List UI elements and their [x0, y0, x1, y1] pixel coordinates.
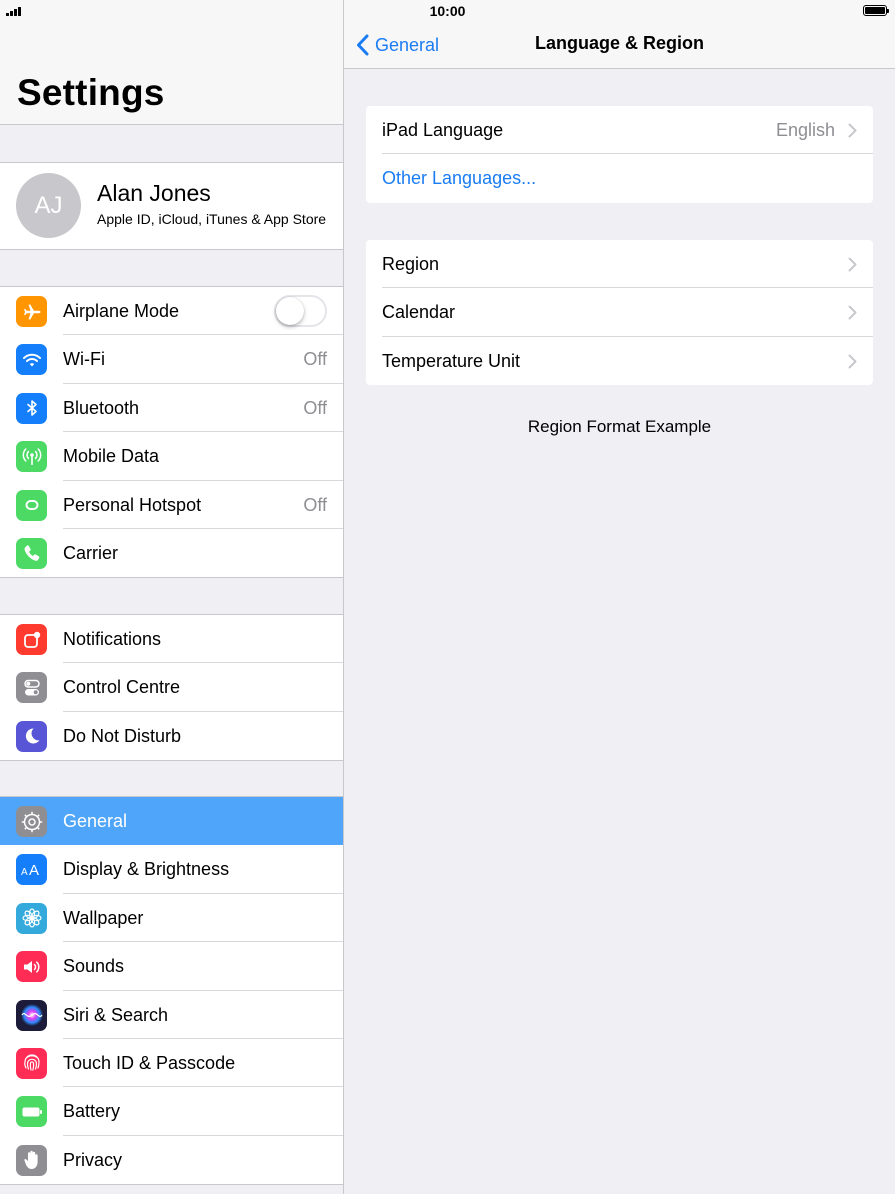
hotspot-icon: [16, 489, 47, 521]
ipad-language-value: English: [775, 120, 835, 140]
sidebar-item-label: Battery: [63, 1101, 121, 1122]
temperature-unit-label: Temperature Unit: [382, 350, 521, 371]
svg-text:A: A: [21, 867, 28, 878]
chevron-right-icon: [848, 354, 857, 374]
toggle-knob: [276, 297, 304, 325]
language-card: iPad Language English Other Languages...: [366, 106, 873, 203]
sidebar-item-value: Off: [303, 349, 327, 370]
battery-status-icon: [863, 5, 889, 16]
chevron-right-icon: [848, 305, 857, 325]
siri-icon: [16, 999, 47, 1031]
region-format-example-heading: Region Format Example: [527, 417, 712, 436]
page-title: Settings: [17, 72, 165, 113]
sidebar-item-display-and-brightness[interactable]: A A Display & Brightness: [0, 845, 343, 894]
settings-group-general: General A A Display & Brightness Wallpaper So…: [0, 796, 343, 1186]
avatar: AJ: [16, 173, 81, 238]
sidebar-item-label: Bluetooth: [63, 397, 140, 418]
sidebar-item-label: Carrier: [63, 542, 119, 563]
sidebar-item-bluetooth[interactable]: Bluetooth Off: [0, 384, 343, 433]
sidebar-item-label: Display & Brightness: [63, 859, 230, 880]
sidebar-item-label: Touch ID & Passcode: [63, 1052, 236, 1073]
moon-icon: [16, 720, 47, 752]
sidebar-item-label: Do Not Disturb: [63, 725, 182, 746]
status-time: 10:00: [429, 3, 466, 19]
sidebar-item-label: Sounds: [63, 956, 125, 977]
sidebar-item-control-centre[interactable]: Control Centre: [0, 663, 343, 712]
sidebar-item-carrier[interactable]: Carrier: [0, 529, 343, 577]
notifications-icon: [16, 624, 47, 655]
control-centre-icon: [16, 672, 47, 704]
settings-sidebar: Settings AJ Alan Jones Apple ID, iCloud,…: [0, 0, 344, 1194]
sidebar-item-general[interactable]: General: [0, 797, 343, 846]
sidebar-item-privacy[interactable]: Privacy: [0, 1136, 343, 1184]
sidebar-item-label: Personal Hotspot: [63, 494, 202, 515]
sidebar-item-value: Off: [303, 494, 327, 515]
hand-icon: [16, 1144, 47, 1176]
calendar-row[interactable]: Calendar: [366, 288, 873, 337]
sidebar-item-mobile-data[interactable]: Mobile Data: [0, 432, 343, 481]
status-bar: 10:00: [0, 0, 895, 22]
sidebar-item-value: Off: [303, 397, 327, 418]
nav-title: Language & Region: [534, 33, 704, 53]
sidebar-item-sounds[interactable]: Sounds: [0, 942, 343, 991]
sidebar-item-label: Control Centre: [63, 677, 181, 698]
sidebar-item-label: Siri & Search: [63, 1004, 169, 1025]
sidebar-item-siri-and-search[interactable]: Siri & Search: [0, 991, 343, 1039]
gear-icon: [16, 806, 47, 837]
airplane-mode-toggle[interactable]: [274, 295, 327, 327]
region-card: Region Calendar Temperature Unit: [366, 240, 873, 386]
detail-pane: General Language & Region iPad Language E…: [344, 0, 895, 1194]
sidebar-item-label: Privacy: [63, 1149, 123, 1170]
ipad-language-label: iPad Language: [382, 120, 504, 140]
battery-icon: [16, 1096, 47, 1128]
profile-row[interactable]: AJ Alan Jones Apple ID, iCloud, iTunes &…: [0, 162, 343, 250]
profile-subtitle: Apple ID, iCloud, iTunes & App Store: [97, 211, 327, 227]
sidebar-item-label: Notifications: [63, 629, 162, 649]
chevron-right-icon: [848, 257, 857, 277]
sidebar-item-do-not-disturb[interactable]: Do Not Disturb: [0, 712, 343, 760]
other-languages-row[interactable]: Other Languages...: [366, 154, 873, 202]
sidebar-item-airplane-mode[interactable]: Airplane Mode: [0, 287, 343, 336]
phone-icon: [16, 537, 47, 569]
sidebar-item-personal-hotspot[interactable]: Personal Hotspot Off: [0, 481, 343, 529]
region-row[interactable]: Region: [366, 240, 873, 289]
sidebar-item-battery[interactable]: Battery: [0, 1087, 343, 1136]
settings-group-connectivity: Airplane Mode Wi-Fi Off Bluetooth Off Mobile …: [0, 286, 343, 579]
ipad-language-row[interactable]: iPad Language English: [366, 106, 873, 155]
sidebar-item-label: Airplane Mode: [63, 301, 180, 321]
settings-group-notifications: Notifications Control Centre Do Not Distur…: [0, 614, 343, 762]
sidebar-item-wallpaper[interactable]: Wallpaper: [0, 894, 343, 943]
bluetooth-icon: [16, 392, 47, 424]
sidebar-item-label: General: [63, 811, 128, 831]
temperature-unit-row[interactable]: Temperature Unit: [366, 337, 873, 385]
wallpaper-icon: [16, 902, 47, 934]
chevron-right-icon: [848, 123, 857, 143]
sidebar-item-label: Wi-Fi: [63, 349, 105, 370]
fingerprint-icon: [16, 1047, 47, 1079]
antenna-icon: [16, 441, 47, 473]
sidebar-item-label: Wallpaper: [63, 907, 144, 928]
wifi-icon: [16, 344, 47, 376]
other-languages-label: Other Languages...: [382, 168, 537, 189]
display-icon: AA: [16, 854, 47, 886]
sidebar-item-wi-fi[interactable]: Wi-Fi Off: [0, 335, 343, 384]
region-label: Region: [382, 254, 440, 274]
calendar-label: Calendar: [382, 302, 456, 323]
svg-text:A: A: [29, 862, 39, 879]
sidebar-item-label: Mobile Data: [63, 446, 160, 467]
sidebar-item-touch-id-and-passcode[interactable]: Touch ID & Passcode: [0, 1039, 343, 1088]
speaker-icon: [16, 951, 47, 983]
airplane-icon: [16, 296, 47, 327]
profile-name: Alan Jones: [97, 180, 211, 206]
sidebar-item-notifications[interactable]: Notifications: [0, 615, 343, 664]
